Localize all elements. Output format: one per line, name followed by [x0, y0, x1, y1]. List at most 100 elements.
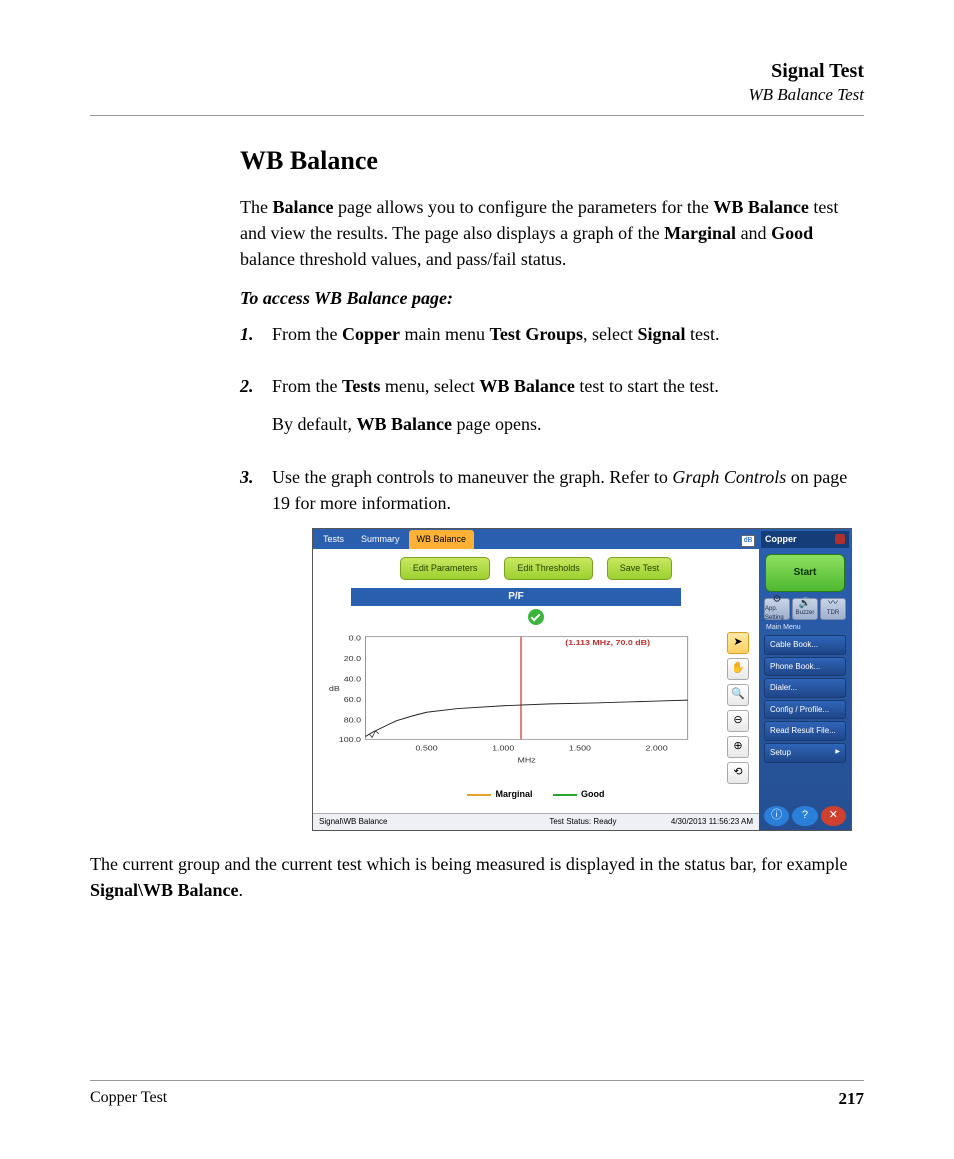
header-subtitle: WB Balance Test [90, 85, 864, 105]
nav-cable-book[interactable]: Cable Book... [764, 635, 846, 655]
buzzer-button[interactable]: 🔊Buzzer [792, 598, 818, 620]
edit-parameters-button[interactable]: Edit Parameters [400, 557, 491, 580]
graph-tool-column: ➤ ✋ 🔍 ⊖ ⊕ ⟲ [727, 632, 751, 784]
start-button[interactable]: Start [765, 554, 845, 592]
header-rule [90, 115, 864, 116]
section-heading: WB Balance [240, 146, 864, 176]
zoom-reset-icon[interactable]: ⟲ [727, 762, 749, 784]
legend-good: Good [581, 789, 605, 799]
zoom-window-icon[interactable]: 🔍 [727, 684, 749, 706]
step-1: 1. From the Copper main menu Test Groups… [240, 321, 864, 359]
x-axis-label: MHz [517, 757, 535, 765]
tdr-button[interactable]: 〰TDR [820, 598, 846, 620]
svg-text:20.0: 20.0 [344, 655, 362, 663]
text: The [240, 197, 272, 217]
step-number: 1. [240, 321, 262, 359]
nav-phone-book[interactable]: Phone Book... [764, 657, 846, 677]
svg-text:40.0: 40.0 [344, 675, 362, 683]
text-bold: Tests [342, 376, 380, 396]
text: main menu [400, 324, 489, 344]
status-text: Test Status: Ready [495, 816, 671, 828]
footer-left: Copper Test [90, 1089, 167, 1109]
step-2: 2. From the Tests menu, select WB Balanc… [240, 373, 864, 449]
intro-paragraph: The Balance page allows you to configure… [240, 194, 864, 272]
pan-tool-icon[interactable]: ✋ [727, 658, 749, 680]
text-bold: Test Groups [489, 324, 583, 344]
close-icon[interactable] [835, 534, 845, 544]
side-panel: Copper Start ⚙App. Setting 🔊Buzzer 〰TDR … [759, 529, 851, 830]
nav-dialer[interactable]: Dialer... [764, 678, 846, 698]
nav-setup[interactable]: Setup ▶ [764, 743, 846, 763]
legend-marginal: Marginal [495, 789, 532, 799]
nav-label: Read Result File... [770, 725, 836, 737]
text-bold: Balance [272, 197, 333, 217]
text-bold: WB Balance [356, 414, 452, 434]
nav-label: Dialer... [770, 682, 797, 694]
graph-legend: Marginal Good [321, 784, 751, 805]
text: test to start the test. [575, 376, 719, 396]
info-icon[interactable]: ⓘ [764, 806, 789, 826]
text: , select [583, 324, 637, 344]
text-italic: Graph Controls [672, 467, 786, 487]
status-bar: Signal\WB Balance Test Status: Ready 4/3… [313, 813, 759, 830]
text: The current group and the current test w… [90, 854, 848, 874]
edit-thresholds-button[interactable]: Edit Thresholds [504, 557, 592, 580]
db-icon[interactable]: dB [741, 535, 755, 547]
text: From the [272, 324, 342, 344]
svg-text:0.500: 0.500 [415, 745, 438, 753]
after-screenshot-paragraph: The current group and the current test w… [90, 851, 864, 903]
help-icon[interactable]: ? [792, 806, 817, 826]
app-setting-button[interactable]: ⚙App. Setting [764, 598, 790, 620]
text: and [736, 223, 771, 243]
side-title: Copper [765, 533, 797, 546]
text-bold: Good [771, 223, 813, 243]
tab-bar: Tests Summary WB Balance dB [313, 529, 759, 549]
nav-config-profile[interactable]: Config / Profile... [764, 700, 846, 720]
mini-label: TDR [827, 609, 839, 618]
svg-text:60.0: 60.0 [344, 696, 362, 704]
text: balance threshold values, and pass/fail … [240, 249, 566, 269]
app-screenshot: Tests Summary WB Balance dB Edit Paramet… [312, 528, 852, 831]
access-heading: To access WB Balance page: [240, 288, 864, 309]
text-bold: Copper [342, 324, 400, 344]
exit-icon[interactable]: ✕ [821, 806, 846, 826]
pointer-tool-icon[interactable]: ➤ [727, 632, 749, 654]
svg-text:1.500: 1.500 [569, 745, 592, 753]
zoom-out-icon[interactable]: ⊖ [727, 710, 749, 732]
svg-text:1.000: 1.000 [492, 745, 515, 753]
text: menu, select [380, 376, 479, 396]
text: page allows you to configure the paramet… [333, 197, 713, 217]
tab-tests[interactable]: Tests [315, 530, 352, 549]
pass-fail-header: P/F [351, 588, 681, 607]
marginal-swatch [467, 794, 491, 796]
y-axis-label: dB [329, 685, 340, 693]
balance-graph[interactable]: 0.0 20.0 40.0 60.0 80.0 100.0 dB [321, 632, 721, 784]
footer-rule [90, 1080, 864, 1081]
mini-label: App. Setting [765, 605, 789, 622]
text: By default, [272, 414, 356, 434]
text: Use the graph controls to maneuver the g… [272, 467, 672, 487]
text-bold: WB Balance [713, 197, 809, 217]
status-time: 4/30/2013 11:56:23 AM [671, 816, 753, 828]
step-number: 3. [240, 464, 262, 831]
nav-label: Phone Book... [770, 661, 820, 673]
page-number: 217 [839, 1089, 865, 1109]
nav-label: Setup [770, 747, 791, 759]
save-test-button[interactable]: Save Test [607, 557, 672, 580]
status-path: Signal\WB Balance [319, 816, 495, 828]
main-menu-label: Main Menu [761, 622, 849, 634]
text-bold: Marginal [664, 223, 736, 243]
svg-text:100.0: 100.0 [339, 736, 362, 744]
speaker-icon: 🔊 [799, 599, 811, 609]
text-bold: Signal [638, 324, 686, 344]
step-number: 2. [240, 373, 262, 449]
nav-read-result[interactable]: Read Result File... [764, 721, 846, 741]
pass-check-icon [528, 609, 544, 625]
text: test. [686, 324, 720, 344]
nav-label: Cable Book... [770, 639, 818, 651]
chevron-right-icon: ▶ [835, 748, 840, 757]
tab-summary[interactable]: Summary [353, 530, 408, 549]
zoom-in-icon[interactable]: ⊕ [727, 736, 749, 758]
tab-wb-balance[interactable]: WB Balance [409, 530, 475, 549]
text: page opens. [452, 414, 541, 434]
